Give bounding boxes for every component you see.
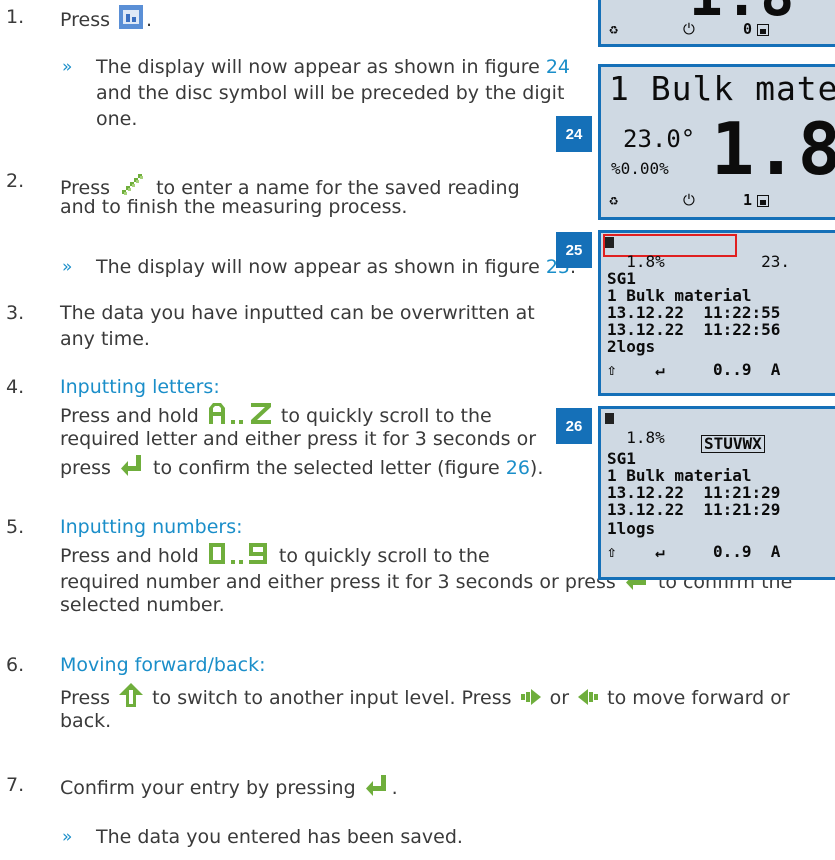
figure-23-recycle-icon: ♻ xyxy=(609,20,619,38)
figure-24-link[interactable]: 24 xyxy=(546,56,570,78)
result-figure-24-line2: and the disc symbol will be preceded by … xyxy=(96,82,565,104)
enter-icon xyxy=(365,775,386,796)
figure-26-line6: 1logs xyxy=(607,519,656,538)
figure-24-big-value: 1.85 xyxy=(711,107,835,191)
step-2-line2: and to finish the measuring process. xyxy=(60,196,408,218)
figure-24-title: 1 Bulk materia xyxy=(609,69,835,108)
step-6-line2: back. xyxy=(60,710,112,732)
figure-23-count: 0 xyxy=(743,20,753,38)
figure-26-line5: 13.12.22 11:21:29 xyxy=(607,500,781,519)
step-2-number: 2. xyxy=(6,170,25,192)
result-figure-25-text: The display will now appear as shown in … xyxy=(96,254,576,280)
figure-24-percent: %0.00% xyxy=(611,159,669,178)
step-6-number: 6. xyxy=(6,654,25,676)
step-5-number: 5. xyxy=(6,516,25,538)
step-7-number: 7. xyxy=(6,774,25,796)
step-3-number: 3. xyxy=(6,302,25,324)
final-result-text: The data you entered has been saved. xyxy=(96,826,463,848)
step-3-line2: any time. xyxy=(60,328,150,350)
cursor-left-icon xyxy=(578,689,599,705)
result-bullet: » xyxy=(62,827,73,847)
result-figure-24-line3: one. xyxy=(96,108,138,130)
enter-icon xyxy=(120,455,141,476)
step-7-text: Confirm your entry by pressing . xyxy=(60,772,398,801)
step-5-line1: Press and hold to quickly scroll to the xyxy=(60,540,490,569)
cursor-right-icon xyxy=(520,689,541,705)
figure-26-footer: ⇧ ↵ 0..9 A xyxy=(607,542,781,561)
result-bullet: » xyxy=(62,57,73,77)
step-6-heading: Moving forward/back: xyxy=(60,654,266,676)
step-3-line1: The data you have inputted can be overwr… xyxy=(60,302,535,324)
a-to-z-icon xyxy=(208,403,271,424)
figure-25-display: 1.8% 23. SG1 1 Bulk material 13.12.22 11… xyxy=(598,230,835,396)
figure-24-count: 1 xyxy=(743,191,753,209)
figure-24-recycle-icon: ♻ xyxy=(609,191,619,209)
result-figure-24-text: The display will now appear as shown in … xyxy=(96,56,570,78)
step-4-line3: press to confirm the selected letter (fi… xyxy=(60,452,543,481)
step-4-heading: Inputting letters: xyxy=(60,376,220,398)
figure-26-link[interactable]: 26 xyxy=(506,457,530,479)
save-icon xyxy=(119,5,144,29)
figure-25-line6: 2logs xyxy=(607,337,656,356)
figure-25-label: 25 xyxy=(556,232,592,268)
step-4-line1: Press and hold to quickly scroll to the xyxy=(60,400,492,429)
figure-24-power-icon: ⏻ xyxy=(683,191,695,209)
step-1-text: Press . xyxy=(60,4,152,33)
shift-up-icon xyxy=(119,683,144,707)
figure-24-label: 24 xyxy=(556,116,592,152)
result-bullet: » xyxy=(62,257,73,277)
step-6-line1: Press to switch to another input level. … xyxy=(60,682,835,711)
step-1-number: 1. xyxy=(6,6,25,28)
figure-24-temp: 23.0° xyxy=(623,125,696,153)
figure-23-disc-icon xyxy=(757,24,769,36)
figure-26-label: 26 xyxy=(556,408,592,444)
figure-23-display: 1.8 ♻ ⏻ 0 xyxy=(598,0,835,47)
figure-24-disc-icon xyxy=(757,195,769,207)
figure-25-footer: ⇧ ↵ 0..9 A xyxy=(607,360,781,379)
zero-to-nine-icon xyxy=(208,543,267,564)
step-4-number: 4. xyxy=(6,376,25,398)
step-5-heading: Inputting numbers: xyxy=(60,516,243,538)
figure-23-power-icon: ⏻ xyxy=(683,20,695,38)
step-4-line2: required letter and either press it for … xyxy=(60,428,537,450)
figure-24-display: 1 Bulk materia 23.0° %0.00% 1.85 ♻ ⏻ 1 xyxy=(598,64,835,220)
figure-26-display: 1.8% STUVWX SG1 1 Bulk material 13.12.22… xyxy=(598,406,835,580)
figure-26-cursor-block xyxy=(605,413,614,424)
figure-26-letter-selector: STUVWX xyxy=(701,435,765,453)
step-5-line3: selected number. xyxy=(60,594,225,616)
